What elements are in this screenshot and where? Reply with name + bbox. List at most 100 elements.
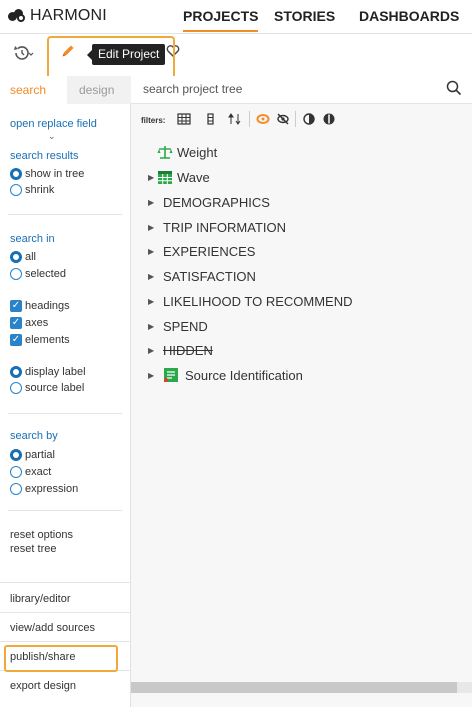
horizontal-scrollbar[interactable] bbox=[131, 682, 472, 693]
source-document-icon bbox=[164, 368, 178, 382]
tree-item-satisfaction[interactable]: ▶ SATISFACTION bbox=[131, 266, 472, 286]
radio-expression[interactable]: expression bbox=[10, 483, 78, 495]
weight-scale-icon bbox=[157, 146, 173, 159]
search-by-heading: search by bbox=[10, 430, 58, 442]
radio-selected-icon bbox=[10, 168, 22, 180]
radio-show-in-tree[interactable]: show in tree bbox=[10, 168, 84, 180]
tree-item-demographics[interactable]: ▶ DEMOGRAPHICS bbox=[131, 192, 472, 212]
radio-unselected-icon bbox=[10, 483, 22, 495]
scrollbar-track-end[interactable] bbox=[457, 682, 472, 693]
divider bbox=[0, 641, 131, 642]
tree-label: Wave bbox=[177, 169, 210, 185]
sort-filter-icon[interactable] bbox=[228, 113, 242, 125]
logo[interactable]: HARMONI bbox=[8, 7, 107, 25]
option-label: expression bbox=[25, 483, 79, 495]
expand-triangle-icon[interactable]: ▶ bbox=[148, 272, 154, 281]
tab-search[interactable]: search bbox=[10, 83, 46, 97]
expand-triangle-icon[interactable]: ▶ bbox=[148, 371, 154, 380]
checkbox-headings[interactable]: ✓ headings bbox=[10, 300, 70, 312]
expand-triangle-icon[interactable]: ▶ bbox=[148, 173, 154, 182]
tree-item-likelihood-to-recommend[interactable]: ▶ LIKELIHOOD TO RECOMMEND bbox=[131, 291, 472, 311]
reset-tree-link[interactable]: reset tree bbox=[10, 543, 56, 555]
open-replace-field-link[interactable]: open replace field bbox=[10, 118, 97, 130]
logo-text: HARMONI bbox=[30, 7, 107, 24]
expand-triangle-icon[interactable]: ▶ bbox=[148, 198, 154, 207]
tree-item-spend[interactable]: ▶ SPEND bbox=[131, 316, 472, 336]
expand-triangle-icon[interactable]: ▶ bbox=[148, 247, 154, 256]
radio-all[interactable]: all bbox=[10, 251, 36, 263]
radio-selected-icon bbox=[10, 366, 22, 378]
contrast-circle-icon[interactable] bbox=[302, 113, 316, 125]
expand-triangle-icon[interactable]: ▶ bbox=[148, 223, 154, 232]
divider bbox=[249, 111, 250, 127]
tree-label: Source Identification bbox=[185, 367, 303, 383]
divider bbox=[8, 413, 122, 414]
tree-label: SATISFACTION bbox=[163, 268, 256, 284]
tree-item-hidden[interactable]: ▶ HIDDEN bbox=[131, 340, 472, 360]
radio-display-label[interactable]: display label bbox=[10, 366, 86, 378]
reset-options-link[interactable]: reset options bbox=[10, 529, 73, 541]
visible-eye-icon[interactable] bbox=[256, 113, 270, 125]
checkbox-elements[interactable]: ✓ elements bbox=[10, 334, 70, 346]
nav-stories[interactable]: STORIES bbox=[274, 8, 335, 24]
tab-design[interactable]: design bbox=[67, 76, 131, 104]
tree-item-trip-information[interactable]: ▶ TRIP INFORMATION bbox=[131, 217, 472, 237]
radio-unselected-icon bbox=[10, 184, 22, 196]
radio-source-label[interactable]: source label bbox=[10, 382, 84, 394]
project-tree-panel: filters: bbox=[131, 76, 472, 707]
tree-label: EXPERIENCES bbox=[163, 243, 256, 259]
tree-item-wave[interactable]: ▶ Wave bbox=[131, 167, 472, 187]
tree-label: Weight bbox=[177, 144, 218, 160]
radio-exact[interactable]: exact bbox=[10, 466, 51, 478]
checkbox-axes[interactable]: ✓ axes bbox=[10, 317, 48, 329]
chevron-down-icon[interactable]: ⌄ bbox=[48, 131, 56, 142]
search-icon[interactable] bbox=[446, 80, 462, 96]
divider bbox=[8, 214, 122, 215]
logo-mark-icon bbox=[8, 9, 28, 23]
option-label: partial bbox=[25, 449, 55, 461]
search-results-heading: search results bbox=[10, 150, 79, 162]
expand-triangle-icon[interactable]: ▶ bbox=[148, 297, 154, 306]
search-input[interactable] bbox=[143, 82, 433, 96]
library-editor-link[interactable]: library/editor bbox=[10, 593, 71, 605]
option-label: headings bbox=[25, 300, 70, 312]
column-filter-icon[interactable] bbox=[207, 113, 215, 125]
option-label: display label bbox=[25, 366, 86, 378]
expand-triangle-icon[interactable]: ▶ bbox=[148, 322, 154, 331]
divider bbox=[295, 111, 296, 127]
checkbox-checked-icon: ✓ bbox=[10, 317, 22, 329]
option-label: source label bbox=[25, 382, 85, 394]
option-label: exact bbox=[25, 466, 52, 478]
tree-label: HIDDEN bbox=[163, 342, 213, 358]
tree-label: LIKELIHOOD TO RECOMMEND bbox=[163, 293, 353, 309]
tree-label: SPEND bbox=[163, 318, 208, 334]
nav-projects[interactable]: PROJECTS bbox=[183, 8, 259, 32]
radio-selected-icon bbox=[10, 251, 22, 263]
nav-dashboards[interactable]: DASHBOARDS bbox=[359, 8, 459, 24]
hidden-eye-icon[interactable] bbox=[276, 113, 290, 125]
option-label: selected bbox=[25, 268, 66, 280]
divider bbox=[0, 582, 131, 583]
export-design-link[interactable]: export design bbox=[10, 680, 76, 692]
radio-partial[interactable]: partial bbox=[10, 449, 55, 461]
radio-selected[interactable]: selected bbox=[10, 268, 66, 280]
dual-circle-icon[interactable] bbox=[321, 113, 337, 125]
publish-share-highlight bbox=[4, 645, 118, 672]
tree-item-source-identification[interactable]: ▶ Source Identification bbox=[131, 365, 472, 385]
tree-item-weight[interactable]: Weight bbox=[131, 142, 472, 162]
radio-unselected-icon bbox=[10, 382, 22, 394]
view-add-sources-link[interactable]: view/add sources bbox=[10, 622, 95, 634]
radio-selected-icon bbox=[10, 449, 22, 461]
tree-item-experiences[interactable]: ▶ EXPERIENCES bbox=[131, 241, 472, 261]
radio-unselected-icon bbox=[10, 268, 22, 280]
search-sidebar: search design open replace field ⌄ searc… bbox=[0, 76, 131, 707]
expand-triangle-icon[interactable]: ▶ bbox=[148, 346, 154, 355]
history-icon[interactable] bbox=[12, 44, 34, 62]
radio-shrink[interactable]: shrink bbox=[10, 184, 54, 196]
option-label: all bbox=[25, 251, 37, 263]
filter-bar: filters: bbox=[131, 104, 472, 134]
checkbox-checked-icon: ✓ bbox=[10, 300, 22, 312]
grid-filter-icon[interactable] bbox=[177, 113, 191, 125]
checkbox-checked-icon: ✓ bbox=[10, 334, 22, 346]
app-window: HARMONI PROJECTS STORIES DASHBOARDS Edit… bbox=[0, 0, 472, 707]
